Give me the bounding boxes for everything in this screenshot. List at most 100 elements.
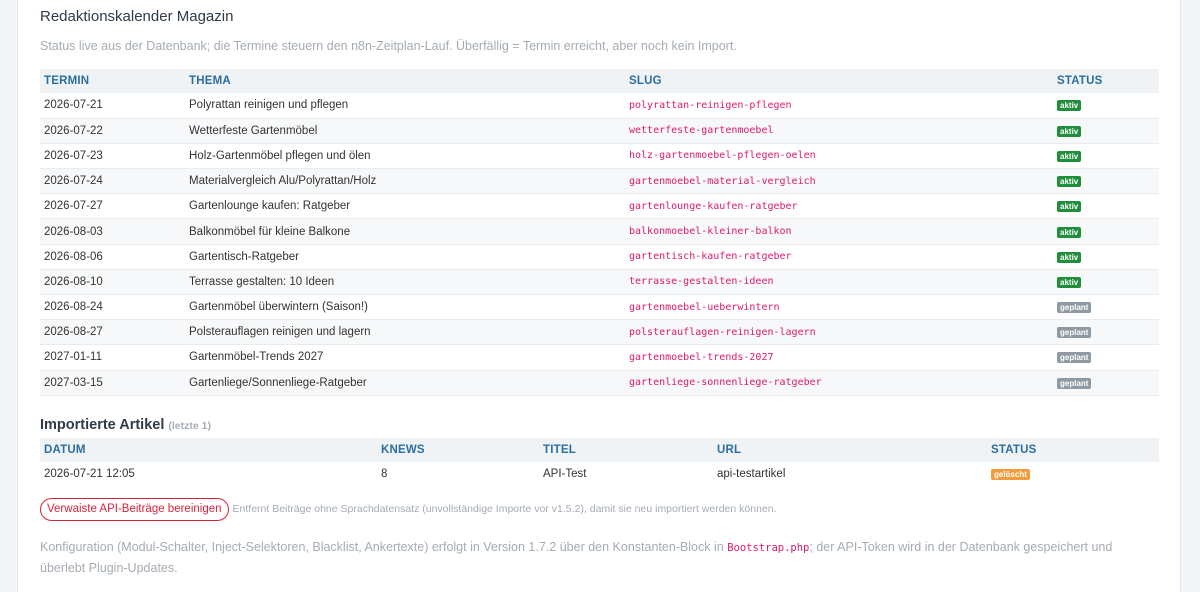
calendar-cell-status: aktiv [1053,168,1159,195]
imported-table: DATUM KNEWS TITEL URL STATUS 2026-07-21 … [40,437,1159,487]
calendar-cell-slug: gartentisch-kaufen-ratgeber [625,244,1053,270]
calendar-cell-termin: 2026-07-23 [40,143,185,170]
calendar-cell-slug: polsterauflagen-reinigen-lagern [625,319,1053,346]
imported-cell-knews: 8 [381,468,388,481]
status-badge: geplant [1057,327,1092,339]
calendar-cell-thema: Terrasse gestalten: 10 Ideen [185,269,625,296]
calendar-cell-slug: gartenmoebel-material-vergleich [625,168,1053,195]
calendar-cell-status: aktiv [1053,269,1159,296]
calendar-row: 2026-07-22 Wetterfeste Gartenmöbel wetterf… [40,118,1159,144]
calendar-row: 2026-08-10 Terrasse gestalten: 10 Ideen te… [40,269,1159,296]
imported-count-hint: (letzte 1) [168,419,211,432]
calendar-cell-thema: Holz-Gartenmöbel pflegen und ölen [185,143,625,170]
calendar-row: 2027-01-11 Gartenmöbel-Trends 2027 gartenm… [40,344,1159,371]
calendar-row: 2026-08-24 Gartenmöbel überwintern (Saiso… [40,294,1159,321]
calendar-cell-termin: 2026-08-24 [40,294,185,321]
calendar-cell-termin: 2026-07-24 [40,168,185,195]
content-panel: Redaktionskalender Magazin Status live a… [17,0,1181,592]
calendar-cell-status: aktiv [1053,143,1159,170]
calendar-cell-slug: polyrattan-reinigen-pflegen [625,93,1053,119]
calendar-cell-thema: Polsterauflagen reinigen und lagern [185,319,625,346]
column-header-datum[interactable]: DATUM [40,437,377,462]
calendar-cell-slug: balkonmoebel-kleiner-balkon [625,218,1053,245]
calendar-cell-thema: Gartenlounge kaufen: Ratgeber [185,193,625,220]
calendar-cell-status: aktiv [1053,218,1159,245]
calendar-row: 2026-08-27 Polsterauflagen reinigen und l… [40,319,1159,346]
calendar-cell-slug: wetterfeste-gartenmoebel [625,118,1053,144]
imported-row: 2026-07-21 12:05 8 API-Test api-testartikel… [40,462,1159,487]
calendar-row: 2026-07-24 Materialvergleich Alu/Polyratt… [40,168,1159,195]
calendar-row: 2026-07-21 Polyrattan reinigen und pflege… [40,93,1159,119]
status-badge: aktiv [1057,176,1082,188]
imported-section-title: Importierte Artikel (letzte 1) [40,416,1158,434]
calendar-cell-thema: Gartentisch-Ratgeber [185,244,625,270]
calendar-row: 2026-07-23 Holz-Gartenmöbel pflegen und ö… [40,143,1159,170]
status-badge: geplant [1057,352,1092,364]
status-badge: aktiv [1057,276,1082,288]
column-header-url[interactable]: URL [713,437,987,462]
status-badge: geplant [1057,302,1092,314]
status-badge: aktiv [1057,251,1082,263]
calendar-cell-slug: holz-gartenmoebel-pflegen-oelen [625,143,1053,170]
column-header-knews[interactable]: KNEWS [377,437,539,462]
calendar-cell-thema: Gartenliege/Sonnenliege-Ratgeber [185,370,625,396]
calendar-cell-termin: 2026-07-27 [40,193,185,220]
column-header-slug[interactable]: SLUG [625,69,1053,93]
calendar-cell-status: geplant [1053,294,1159,321]
calendar-cell-termin: 2026-08-03 [40,218,185,245]
configuration-note: Konfiguration (Modul-Schalter, Inject-Se… [40,537,1140,578]
status-badge: aktiv [1057,226,1082,238]
calendar-cell-status: geplant [1053,344,1159,371]
calendar-header-row: TERMIN THEMA SLUG STATUS [40,69,1159,93]
calendar-cell-status: aktiv [1053,118,1159,144]
column-header-imported-status[interactable]: STATUS [987,437,1159,462]
calendar-row: 2027-03-15 Gartenliege/Sonnenliege-Ratgeb… [40,370,1159,396]
column-header-termin[interactable]: TERMIN [40,69,185,93]
imported-cell-status: gelöscht [987,462,1159,487]
calendar-cell-termin: 2027-01-11 [40,344,185,371]
calendar-cell-slug: gartenliege-sonnenliege-ratgeber [625,370,1053,396]
imported-title: Importierte Artikel [40,416,165,433]
calendar-row: 2026-07-27 Gartenlounge kaufen: Ratgeber g… [40,193,1159,220]
calendar-cell-status: aktiv [1053,193,1159,220]
calendar-cell-slug: terrasse-gestalten-ideen [625,269,1053,296]
calendar-cell-thema: Polyrattan reinigen und pflegen [185,93,625,119]
calendar-cell-status: aktiv [1053,244,1159,270]
status-badge: geplant [1057,377,1092,389]
column-header-thema[interactable]: THEMA [185,69,625,93]
status-badge: aktiv [1057,150,1082,162]
calendar-table: TERMIN THEMA SLUG STATUS 2026-07-21 Polyr… [40,69,1159,396]
calendar-cell-termin: 2026-07-21 [40,93,185,119]
calendar-cell-thema: Balkonmöbel für kleine Balkone [185,218,625,245]
calendar-cell-termin: 2026-08-10 [40,269,185,296]
calendar-cell-status: geplant [1053,319,1159,346]
imported-cell-datum: 2026-07-21 12:05 [44,468,135,481]
page-subtitle: Status live aus der Datenbank; die Termi… [40,39,737,53]
column-header-titel[interactable]: TITEL [539,437,713,462]
status-badge: gelöscht [991,469,1030,481]
calendar-cell-status: geplant [1053,370,1159,396]
configuration-note-text: Konfiguration (Modul-Schalter, Inject-Se… [40,539,728,554]
calendar-cell-termin: 2027-03-15 [40,370,185,396]
column-header-status[interactable]: STATUS [1053,69,1159,93]
status-badge: aktiv [1057,201,1082,213]
calendar-cell-termin: 2026-08-06 [40,244,185,270]
calendar-cell-thema: Materialvergleich Alu/Polyrattan/Holz [185,168,625,195]
calendar-cell-thema: Gartenmöbel-Trends 2027 [185,344,625,371]
cleanup-hint: Entfernt Beiträge ohne Sprachdatensatz (… [232,503,777,516]
page-title: Redaktionskalender Magazin [40,8,234,25]
status-badge: aktiv [1057,125,1082,137]
status-badge: aktiv [1057,100,1082,112]
calendar-cell-slug: gartenmoebel-ueberwintern [625,294,1053,321]
calendar-cell-thema: Wetterfeste Gartenmöbel [185,118,625,144]
cleanup-orphans-button[interactable]: Verwaiste API-Beiträge bereinigen [40,497,229,521]
bootstrap-file-code: Bootstrap.php [727,541,810,554]
calendar-cell-termin: 2026-07-22 [40,118,185,144]
calendar-row: 2026-08-03 Balkonmöbel für kleine Balkone… [40,218,1159,245]
imported-cell-url: api-testartikel [717,468,786,481]
calendar-cell-slug: gartenmoebel-trends-2027 [625,344,1053,371]
calendar-row: 2026-08-06 Gartentisch-Ratgeber gartentisc… [40,244,1159,270]
calendar-cell-termin: 2026-08-27 [40,319,185,346]
cleanup-row: Verwaiste API-Beiträge bereinigen Entfer… [40,497,1158,521]
calendar-cell-thema: Gartenmöbel überwintern (Saison!) [185,294,625,321]
